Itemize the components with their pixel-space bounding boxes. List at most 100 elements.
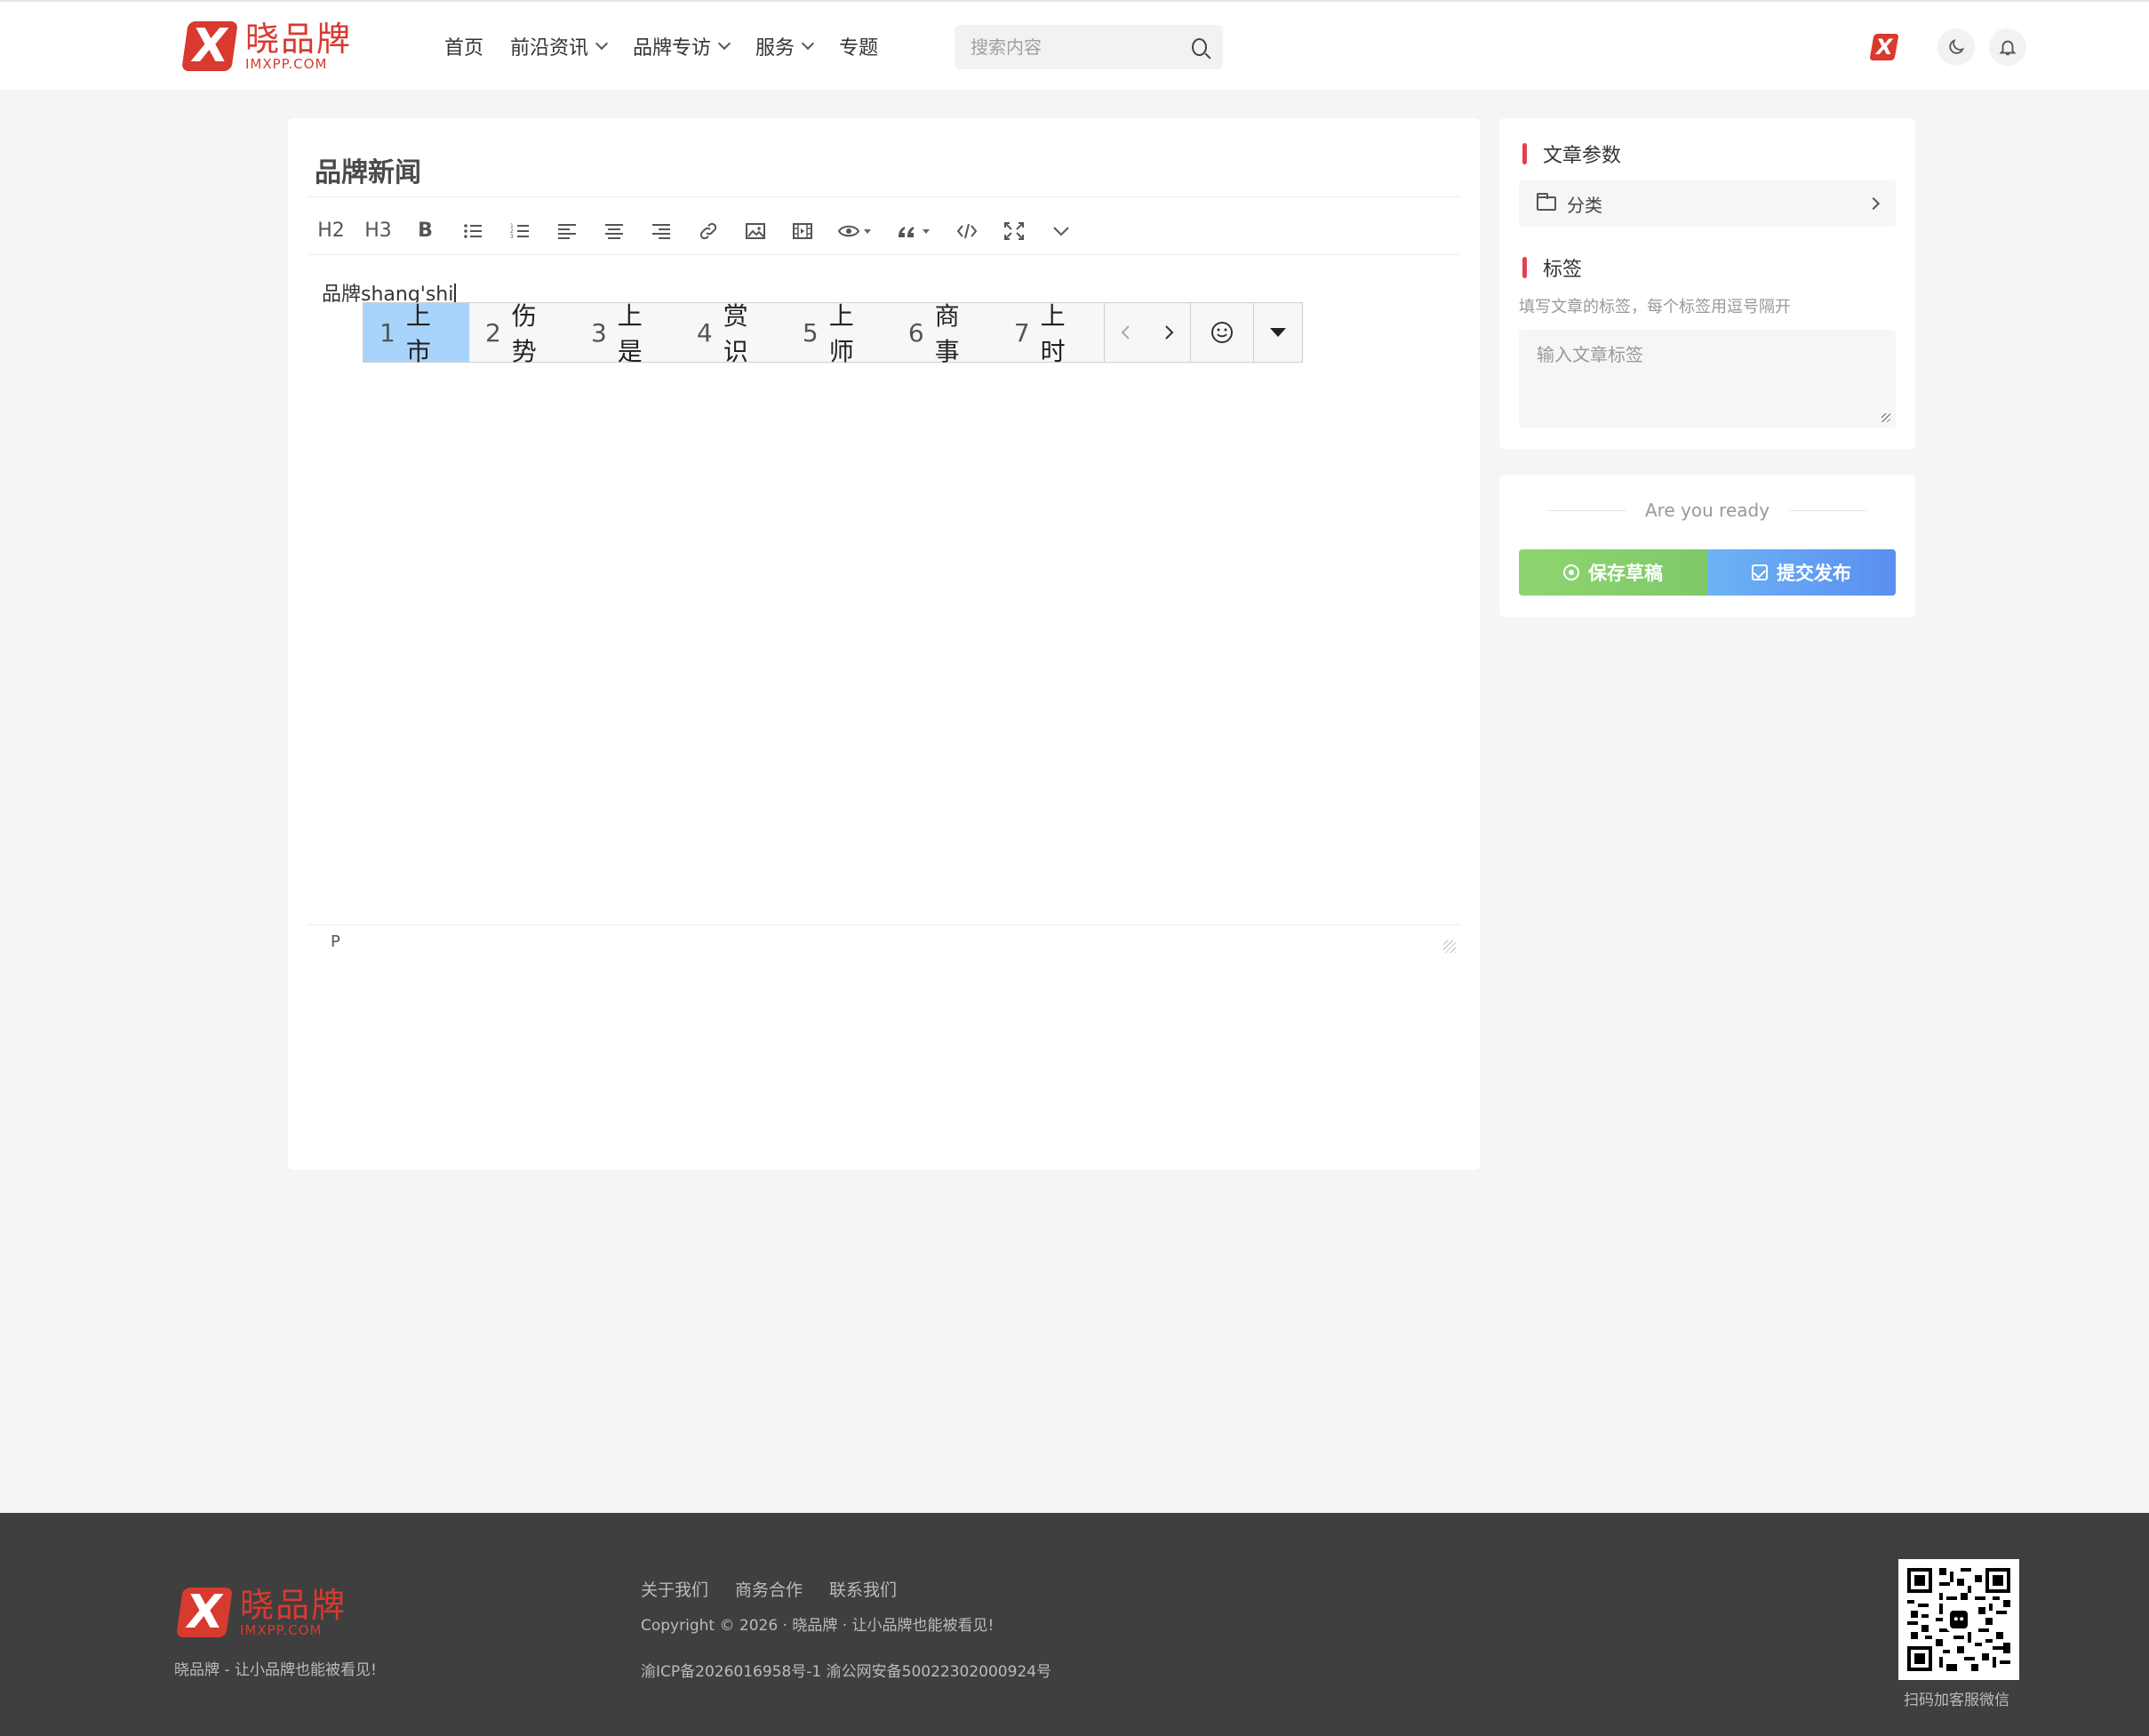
editor-toolbar: H2 H3 B 123 — [308, 207, 1460, 255]
tags-input[interactable] — [1519, 330, 1896, 428]
chevron-right-icon — [1165, 325, 1174, 340]
nav-topics[interactable]: 专题 — [839, 28, 878, 64]
heading-3-button[interactable]: H3 — [355, 207, 402, 255]
footer-link-contact[interactable]: 联系我们 — [829, 1577, 897, 1601]
preview-button[interactable] — [826, 207, 884, 255]
align-left-button[interactable] — [543, 207, 590, 255]
tags-title: 标签 — [1543, 259, 1583, 281]
dark-mode-toggle[interactable] — [1937, 28, 1975, 66]
preview-icon — [837, 225, 871, 236]
editor-resize-handle[interactable] — [1443, 940, 1456, 953]
ime-emoji-button[interactable] — [1191, 303, 1253, 362]
footer-links: 关于我们 商务合作 联系我们 — [641, 1577, 897, 1601]
align-right-icon — [651, 223, 670, 239]
smiley-icon — [1211, 322, 1234, 343]
category-selector[interactable]: 分类 — [1519, 180, 1896, 227]
ordered-list-icon: 123 — [510, 223, 529, 240]
params-title: 文章参数 — [1543, 145, 1622, 167]
link-icon — [699, 222, 716, 239]
site-logo[interactable]: X 晓品牌 IMXPP.COM — [181, 20, 353, 73]
ready-divider: Are you ready — [1499, 500, 1915, 521]
chevron-down-icon — [1052, 226, 1069, 236]
logo-domain: IMXPP.COM — [245, 56, 328, 72]
chevron-right-icon — [1866, 196, 1881, 211]
notifications-button[interactable] — [1989, 28, 2026, 66]
check-square-icon — [1752, 564, 1768, 580]
svg-text:3: 3 — [510, 234, 514, 240]
search-icon[interactable] — [1192, 38, 1207, 56]
ime-candidate-5[interactable]: 5 上师 — [787, 301, 892, 366]
folder-icon — [1537, 193, 1556, 211]
footer-logo-domain: IMXPP.COM — [240, 1622, 323, 1638]
ime-candidate-3[interactable]: 3 上是 — [575, 301, 681, 366]
ime-prev-page[interactable] — [1105, 303, 1147, 362]
article-title[interactable]: 品牌新闻 — [315, 150, 421, 189]
ime-next-page[interactable] — [1147, 303, 1190, 362]
bullet-list-icon — [463, 223, 482, 238]
align-right-button[interactable] — [637, 207, 684, 255]
footer-copyright: Copyright © 2026 · 晓品牌 · 让小品牌也能被看见! — [641, 1617, 995, 1635]
video-icon — [792, 222, 812, 239]
ime-candidate-6[interactable]: 6 商事 — [892, 301, 998, 366]
chevron-down-icon — [717, 36, 731, 51]
more-button[interactable] — [1037, 207, 1084, 255]
search-box — [955, 25, 1223, 69]
heading-2-button[interactable]: H2 — [308, 207, 355, 255]
nav-news[interactable]: 前沿资讯 — [510, 28, 609, 64]
chevron-left-icon — [1121, 325, 1130, 340]
publish-card: Are you ready 保存草稿 提交发布 — [1499, 475, 1915, 617]
bullet-list-button[interactable] — [449, 207, 496, 255]
main-nav: 首页 前沿资讯 品牌专访 服务 专题 — [444, 28, 878, 64]
search-input[interactable] — [971, 36, 1192, 58]
qr-caption: 扫码加客服微信 — [1904, 1692, 2009, 1709]
footer-slogan: 晓品牌 - 让小品牌也能被看见! — [174, 1661, 377, 1679]
triangle-down-icon — [1269, 328, 1286, 337]
chevron-down-icon — [801, 36, 815, 51]
bell-icon — [1999, 40, 2017, 56]
bold-button[interactable]: B — [402, 207, 449, 255]
user-avatar-icon[interactable]: X — [1869, 34, 1899, 60]
link-button[interactable] — [684, 207, 731, 255]
ime-candidate-1[interactable]: 1 上市 — [363, 301, 469, 366]
ime-candidate-bar: 1 上市 2 伤势 3 上是 4 赏识 5 上师 6 商事 7 上时 — [363, 301, 1303, 366]
ime-expand-button[interactable] — [1254, 303, 1302, 362]
fullscreen-icon — [1003, 221, 1024, 240]
site-header: X 晓品牌 IMXPP.COM 首页 前沿资讯 品牌专访 服务 专题 X — [0, 0, 2149, 90]
save-draft-button[interactable]: 保存草稿 — [1519, 549, 1707, 596]
fullscreen-button[interactable] — [990, 207, 1037, 255]
site-footer: X 晓品牌 IMXPP.COM 晓品牌 - 让小品牌也能被看见! 关于我们 商务… — [0, 1513, 2149, 1736]
accent-bar — [1522, 257, 1527, 278]
logo-name: 晓品牌 — [245, 20, 353, 59]
ime-candidate-7[interactable]: 7 上时 — [998, 301, 1104, 366]
ime-candidate-4[interactable]: 4 赏识 — [681, 301, 787, 366]
tags-resize-handle[interactable] — [1881, 413, 1890, 422]
article-params-card: 文章参数 分类 标签 填写文章的标签，每个标签用逗号隔开 — [1499, 118, 1915, 449]
quote-icon — [899, 226, 930, 237]
nav-home[interactable]: 首页 — [444, 28, 483, 64]
footer-logo[interactable]: X 晓品牌 IMXPP.COM — [176, 1586, 347, 1639]
footer-link-business[interactable]: 商务合作 — [735, 1577, 803, 1601]
logo-mark-icon: X — [181, 20, 238, 73]
logo-mark-icon: X — [176, 1586, 233, 1639]
ime-candidate-2[interactable]: 2 伤势 — [469, 301, 575, 366]
align-center-button[interactable] — [590, 207, 637, 255]
video-button[interactable] — [779, 207, 826, 255]
publish-button[interactable]: 提交发布 — [1707, 549, 1896, 596]
code-icon — [956, 223, 977, 238]
nav-interviews[interactable]: 品牌专访 — [633, 28, 731, 64]
ready-text: Are you ready — [1644, 500, 1770, 521]
ordered-list-button[interactable]: 123 — [496, 207, 543, 255]
code-button[interactable] — [943, 207, 990, 255]
moon-icon — [1949, 38, 1965, 54]
image-button[interactable] — [731, 207, 779, 255]
record-icon — [1563, 564, 1579, 580]
footer-link-about[interactable]: 关于我们 — [641, 1577, 708, 1601]
footer-icp[interactable]: 渝ICP备2026016958号-1 渝公网安备50022302000924号 — [641, 1659, 1051, 1681]
quote-button[interactable] — [884, 207, 943, 255]
align-left-icon — [557, 223, 576, 239]
align-center-icon — [604, 223, 623, 239]
element-path[interactable]: P — [331, 932, 340, 951]
nav-services[interactable]: 服务 — [755, 28, 815, 64]
chevron-down-icon — [595, 36, 609, 51]
editor-card: 品牌新闻 H2 H3 B 123 品牌shang'shi P — [288, 118, 1480, 1170]
